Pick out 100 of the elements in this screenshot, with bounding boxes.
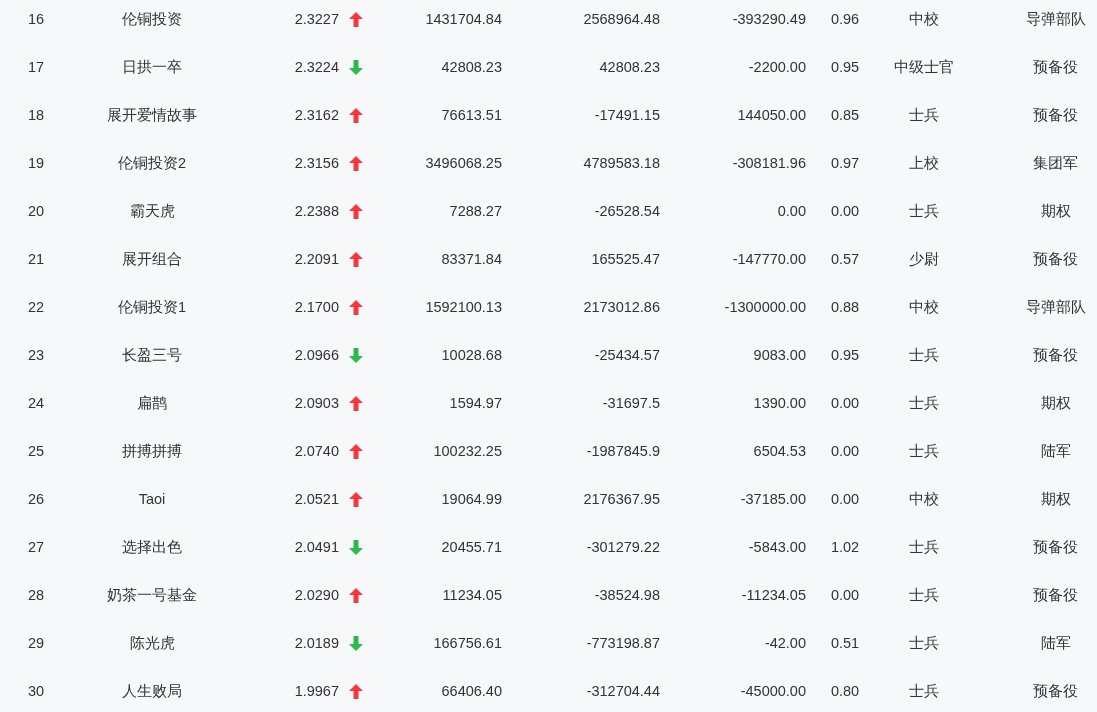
- value-cell-text: 2.2388: [293, 203, 339, 219]
- rank-title-cell-text: 中级士官: [893, 57, 955, 77]
- value-cell-text: 2.3156: [293, 155, 339, 171]
- rank-cell-text: 24: [26, 395, 46, 411]
- table-cell-text: -25434.57: [593, 347, 660, 363]
- table-cell-text: 166756.61: [432, 635, 502, 651]
- table-cell-text: -42.00: [763, 635, 806, 651]
- category-cell-text: 预备役: [1032, 681, 1079, 701]
- table-cell-text: -38524.98: [593, 587, 660, 603]
- table-cell-text: -1987845.9: [585, 443, 660, 459]
- rank-cell-text: 18: [26, 107, 46, 123]
- ratio-cell-text: 0.57: [829, 251, 861, 267]
- rank-title-cell-text: 士兵: [908, 345, 940, 365]
- rank-cell-text: 30: [26, 683, 46, 699]
- rank-title-cell-text: 少尉: [908, 249, 940, 269]
- table-cell-text: 1594.97: [448, 395, 502, 411]
- ratio-cell-text: 0.00: [829, 203, 861, 219]
- table-cell-text: -2200.00: [747, 59, 806, 75]
- rank-cell-text: 22: [26, 299, 46, 315]
- table-cell-text: -312704.44: [585, 683, 660, 699]
- rank-cell-text: 16: [26, 11, 46, 27]
- table-cell-text: -1300000.00: [723, 299, 806, 315]
- table-cell-text: 2173012.86: [582, 299, 660, 315]
- category-cell-text: 预备役: [1032, 105, 1079, 125]
- ratio-cell-text: 0.00: [829, 491, 861, 507]
- ratio-cell-text: 0.00: [829, 395, 861, 411]
- table-cell-text: 42808.23: [598, 59, 660, 75]
- table-cell-text: -17491.15: [593, 107, 660, 123]
- value-cell-text: 2.3227: [293, 11, 339, 27]
- rank-cell-text: 27: [26, 539, 46, 555]
- table-cell-text: 1592100.13: [424, 299, 502, 315]
- rank-title-cell-text: 士兵: [908, 393, 940, 413]
- table-cell-text: 165525.47: [590, 251, 660, 267]
- table-cell-text: 144050.00: [736, 107, 806, 123]
- table-cell-text: 4789583.18: [582, 155, 660, 171]
- name-cell-text: 伦铜投资2: [116, 153, 188, 173]
- category-cell-text: 预备役: [1032, 57, 1079, 77]
- value-cell-text: 2.0189: [293, 635, 339, 651]
- category-cell-text: 期权: [1039, 393, 1072, 413]
- table-cell-text: 1431704.84: [424, 11, 502, 27]
- table-cell-text: -45000.00: [739, 683, 806, 699]
- category-cell-text: 预备役: [1032, 585, 1079, 605]
- rank-title-cell-text: 士兵: [908, 537, 940, 557]
- table-cell-text: 11234.05: [441, 587, 502, 603]
- rank-cell-text: 28: [26, 587, 46, 603]
- table-cell-text: 0.00: [776, 203, 806, 219]
- table-cell-text: 6504.53: [752, 443, 806, 459]
- name-cell-text: 展开爱情故事: [106, 105, 198, 125]
- category-cell-text: 预备役: [1032, 345, 1079, 365]
- value-cell-text: 2.0740: [293, 443, 339, 459]
- rank-title-cell-text: 士兵: [908, 441, 940, 461]
- table-cell-text: -26528.54: [593, 203, 660, 219]
- value-cell-text: 2.0521: [293, 491, 339, 507]
- table-cell-text: 19064.99: [440, 491, 502, 507]
- name-cell-text: 陈光虎: [128, 633, 176, 653]
- rank-cell-text: 17: [26, 59, 46, 75]
- table-cell-text: -5843.00: [747, 539, 806, 555]
- value-cell-text: 2.3224: [293, 59, 339, 75]
- value-cell-text: 2.0290: [293, 587, 339, 603]
- rank-cell-text: 25: [26, 443, 46, 459]
- table-cell-text: 10028.68: [440, 347, 502, 363]
- table-cell-text: 7288.27: [448, 203, 502, 219]
- table-cell-text: -301279.22: [585, 539, 660, 555]
- table-cell-text: 3496068.25: [424, 155, 502, 171]
- name-cell-text: 日拱一卒: [121, 57, 183, 77]
- value-cell-text: 2.1700: [293, 299, 339, 315]
- value-cell-text: 1.9967: [293, 683, 339, 699]
- table-cell-text: 2176367.95: [582, 491, 660, 507]
- name-cell-text: 奶茶一号基金: [106, 585, 198, 605]
- rank-title-cell-text: 士兵: [908, 633, 940, 653]
- table-cell-text: -31697.5: [601, 395, 660, 411]
- table-cell-text: -11234.05: [740, 587, 806, 603]
- rank-title-cell-text: 中校: [908, 489, 940, 509]
- rank-cell-text: 19: [26, 155, 46, 171]
- name-cell-text: 伦铜投资1: [116, 297, 188, 317]
- rank-title-cell-text: 士兵: [908, 585, 940, 605]
- ratio-cell-text: 0.00: [829, 587, 861, 603]
- value-cell-text: 2.2091: [293, 251, 339, 267]
- table-cell-text: 9083.00: [752, 347, 806, 363]
- name-cell-text: 长盈三号: [121, 345, 183, 365]
- rank-title-cell-text: 上校: [908, 153, 940, 173]
- ratio-cell-text: 1.02: [829, 539, 861, 555]
- table-cell-text: -308181.96: [731, 155, 806, 171]
- table-cell-text: 100232.25: [432, 443, 502, 459]
- ratio-cell-text: 0.97: [829, 155, 861, 171]
- table-cell-text: 20455.71: [440, 539, 502, 555]
- category-cell-text: 导弹部队: [1024, 9, 1087, 29]
- name-cell-text: Taoi: [137, 491, 167, 507]
- name-cell-text: 选择出色: [121, 537, 183, 557]
- ratio-cell-text: 0.85: [829, 107, 861, 123]
- table-cell-text: -37185.00: [739, 491, 806, 507]
- rank-title-cell-text: 士兵: [908, 681, 940, 701]
- category-cell-text: 导弹部队: [1024, 297, 1087, 317]
- name-cell-text: 扁鹊: [136, 393, 168, 413]
- category-cell-text: 期权: [1039, 489, 1072, 509]
- table-cell-text: 1390.00: [752, 395, 806, 411]
- name-cell-text: 人生败局: [121, 681, 183, 701]
- value-cell-text: 2.0966: [293, 347, 339, 363]
- category-cell-text: 集团军: [1032, 153, 1079, 173]
- value-cell-text: 2.0903: [293, 395, 339, 411]
